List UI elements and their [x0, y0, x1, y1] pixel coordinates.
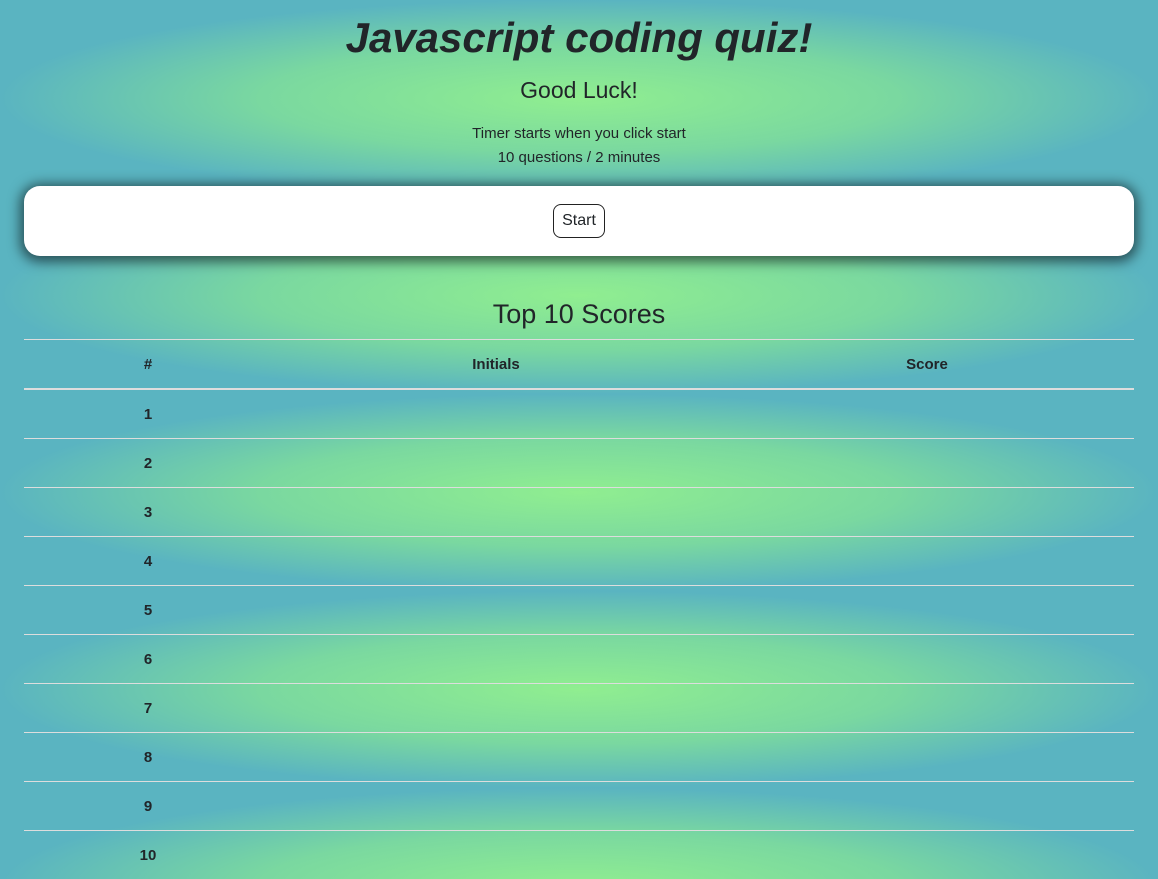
start-button[interactable]: Start: [553, 204, 605, 238]
score-cell: [720, 488, 1134, 537]
rank-cell: 9: [24, 782, 272, 831]
score-cell: [720, 586, 1134, 635]
rank-cell: 5: [24, 586, 272, 635]
rank-cell: 2: [24, 439, 272, 488]
score-cell: [720, 684, 1134, 733]
table-row: 2: [24, 439, 1134, 488]
initials-cell: [272, 537, 720, 586]
score-cell: [720, 733, 1134, 782]
score-cell: [720, 831, 1134, 879]
table-header-row: # Initials Score: [24, 340, 1134, 390]
table-row: 3: [24, 488, 1134, 537]
table-row: 7: [24, 684, 1134, 733]
score-cell: [720, 782, 1134, 831]
table-row: 8: [24, 733, 1134, 782]
score-cell: [720, 635, 1134, 684]
table-row: 10: [24, 831, 1134, 879]
column-initials: Initials: [272, 340, 720, 390]
page-title: Javascript coding quiz!: [0, 0, 1158, 62]
quiz-card: Start: [24, 186, 1134, 256]
column-score: Score: [720, 340, 1134, 390]
rank-cell: 4: [24, 537, 272, 586]
score-cell: [720, 439, 1134, 488]
table-row: 9: [24, 782, 1134, 831]
initials-cell: [272, 586, 720, 635]
table-row: 6: [24, 635, 1134, 684]
subtitle: Good Luck!: [0, 76, 1158, 104]
instructions: Timer starts when you click start 10 que…: [0, 122, 1158, 170]
score-cell: [720, 389, 1134, 439]
rank-cell: 6: [24, 635, 272, 684]
scores-table: # Initials Score 12345678910: [24, 339, 1134, 879]
rank-cell: 8: [24, 733, 272, 782]
rank-cell: 10: [24, 831, 272, 879]
timer-info: Timer starts when you click start: [0, 122, 1158, 146]
initials-cell: [272, 831, 720, 879]
initials-cell: [272, 782, 720, 831]
initials-cell: [272, 684, 720, 733]
rank-cell: 1: [24, 389, 272, 439]
column-rank: #: [24, 340, 272, 390]
questions-info: 10 questions / 2 minutes: [0, 146, 1158, 170]
initials-cell: [272, 635, 720, 684]
table-row: 4: [24, 537, 1134, 586]
table-row: 1: [24, 389, 1134, 439]
score-cell: [720, 537, 1134, 586]
scores-title: Top 10 Scores: [0, 298, 1158, 330]
table-row: 5: [24, 586, 1134, 635]
initials-cell: [272, 389, 720, 439]
initials-cell: [272, 733, 720, 782]
rank-cell: 7: [24, 684, 272, 733]
rank-cell: 3: [24, 488, 272, 537]
initials-cell: [272, 488, 720, 537]
initials-cell: [272, 439, 720, 488]
